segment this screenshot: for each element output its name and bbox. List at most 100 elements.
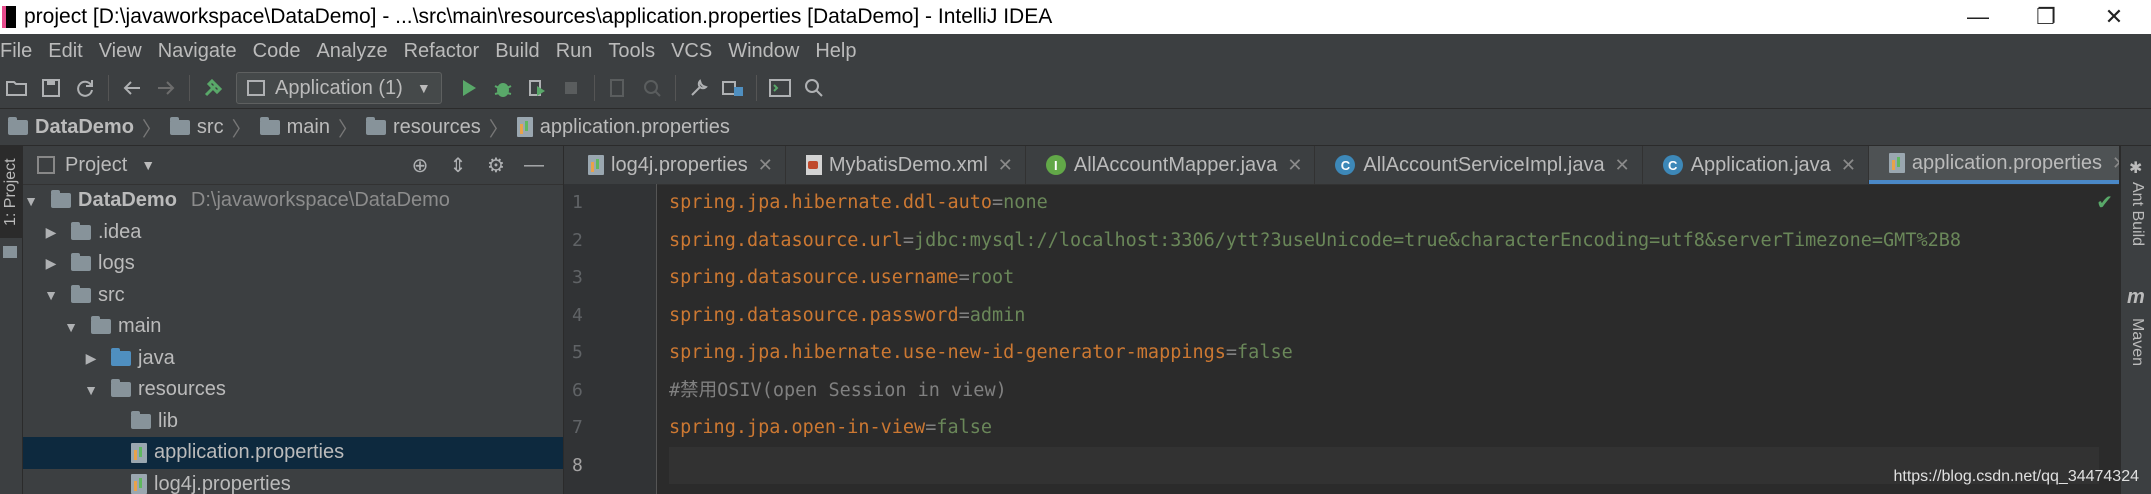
close-button[interactable]: ✕ [2080,0,2148,34]
menu-edit[interactable]: Edit [48,40,82,63]
code-line[interactable]: spring.datasource.url=jdbc:mysql://local… [669,222,2099,260]
project-structure-icon[interactable] [716,71,750,105]
chevron-down-icon: ▼ [416,80,431,96]
coverage-settings-icon[interactable] [635,71,669,105]
close-icon[interactable]: ✕ [2112,153,2119,174]
tree-item-log4j-properties[interactable]: ▶ log4j.properties [23,469,563,494]
debug-bug-icon[interactable] [486,71,520,105]
collapsed-arrow-icon[interactable]: ▶ [83,350,99,367]
toolbar-separator [674,75,676,101]
tree-item-datademo[interactable]: ▼ DataDemo D:\javaworkspace\DataDemo [23,185,563,217]
breadcrumb-item-application-properties[interactable]: 〉 application.properties [481,113,730,142]
expanded-arrow-icon[interactable]: ▼ [43,287,59,303]
menu-run[interactable]: Run [556,40,593,63]
maximize-button[interactable]: ❐ [2012,0,2080,34]
code-line[interactable]: spring.datasource.username=root [669,259,2099,297]
menu-code[interactable]: Code [253,40,301,63]
maven-tool-tab[interactable]: Maven [2125,318,2149,366]
code-line[interactable]: spring.jpa.open-in-view=false [669,409,2099,447]
breadcrumb-item-src[interactable]: 〉 src [134,113,224,142]
tree-item-application-properties[interactable]: ▶ application.properties [23,437,563,469]
back-arrow-icon[interactable] [115,71,149,105]
menu-file[interactable]: File [0,40,32,63]
open-folder-icon[interactable] [0,71,34,105]
expanded-arrow-icon[interactable]: ▼ [23,193,39,209]
code-line-current[interactable] [669,446,2099,484]
close-icon[interactable]: ✕ [998,155,1013,176]
build-hammer-icon[interactable] [196,71,230,105]
menu-help[interactable]: Help [815,40,856,63]
toolbar-separator [189,75,190,101]
close-icon[interactable]: ✕ [1287,155,1302,176]
properties-file-icon [131,442,147,463]
run-icon[interactable] [452,71,486,105]
menu-tools[interactable]: Tools [608,40,655,63]
tab-application-properties[interactable]: application.properties ✕ [1868,146,2119,184]
code-line[interactable]: spring.jpa.hibernate.ddl-auto=none [669,184,2099,222]
menu-window[interactable]: Window [728,40,799,63]
settings-wrench-icon[interactable] [682,71,716,105]
run-with-coverage-icon[interactable] [520,71,554,105]
close-icon[interactable]: ✕ [1841,155,1856,176]
collapse-all-icon[interactable]: ⇕ [439,153,477,178]
tree-item-lib[interactable]: ▶ lib [23,406,563,438]
close-icon[interactable]: ✕ [1615,155,1630,176]
toolbar-separator [593,75,595,101]
menu-view[interactable]: View [99,40,142,63]
hide-panel-icon[interactable]: — [515,154,553,177]
code-line[interactable]: #禁用OSIV(open Session in view) [669,372,2099,410]
tree-item-resources[interactable]: ▼ resources [23,374,563,406]
locate-file-icon[interactable]: ⊕ [401,153,439,178]
collapsed-arrow-icon[interactable]: ▶ [43,224,59,241]
sync-icon[interactable] [68,71,102,105]
menu-navigate[interactable]: Navigate [158,40,237,63]
project-tool-tab[interactable]: 1: Project [0,146,22,238]
collapsed-arrow-icon[interactable]: ▶ [43,255,59,272]
close-icon[interactable]: ✕ [758,155,773,176]
breadcrumb-separator-icon: 〉 [231,118,252,141]
run-configuration-dropdown[interactable]: Application (1) ▼ [236,72,442,104]
menu-vcs[interactable]: VCS [671,40,712,63]
tree-item-java[interactable]: ▶ java [23,343,563,375]
attach-icon[interactable] [601,71,635,105]
menu-refactor[interactable]: Refactor [404,40,480,63]
tree-item-main[interactable]: ▼ main [23,311,563,343]
folder-icon [71,221,91,240]
search-icon[interactable] [797,71,831,105]
expanded-arrow-icon[interactable]: ▼ [83,382,99,398]
forward-arrow-icon[interactable] [149,71,183,105]
intellij-icon [2,6,16,28]
save-icon[interactable] [34,71,68,105]
chevron-down-icon[interactable]: ▼ [141,157,155,173]
menu-build[interactable]: Build [495,40,539,63]
code-line[interactable]: spring.jpa.hibernate.use-new-id-generato… [669,334,2099,372]
project-panel-title[interactable]: Project [65,154,127,177]
xml-file-icon [805,155,822,175]
breadcrumb-item-main[interactable]: 〉 main [224,113,330,142]
terminal-icon[interactable] [763,71,797,105]
tree-item-logs[interactable]: ▶ logs [23,248,563,280]
ant-icon: ✱ [2129,160,2143,177]
ant-build-tool-tab[interactable]: Ant Build [2125,182,2149,246]
tab-allaccountserviceimpl-java[interactable]: C AllAccountServiceImpl.java ✕ [1315,146,1643,184]
tree-item-src[interactable]: ▼ src [23,280,563,312]
breadcrumb-item-datademo[interactable]: DataDemo [8,116,134,139]
run-configuration-label: Application (1) [275,76,403,99]
minimize-button[interactable]: — [1944,0,2012,34]
tree-item-idea[interactable]: ▶ .idea [23,217,563,249]
tab-log4j-properties[interactable]: log4j.properties ✕ [564,146,786,184]
menu-analyze[interactable]: Analyze [316,40,387,63]
gear-icon[interactable]: ⚙ [477,153,515,178]
stop-icon[interactable] [554,71,588,105]
tab-mybatisdemo-xml[interactable]: MybatisDemo.xml ✕ [786,146,1026,184]
source-folder-icon [111,347,131,366]
breadcrumb-item-resources[interactable]: 〉 resources [330,113,481,142]
inspection-ok-icon[interactable]: ✔ [2096,190,2113,215]
breadcrumb-separator-icon: 〉 [337,118,358,141]
structure-tool-icon[interactable] [3,246,17,258]
tab-allaccountmapper-java[interactable]: I AllAccountMapper.java ✕ [1026,146,1316,184]
tab-application-java[interactable]: C Application.java ✕ [1643,146,1869,184]
expanded-arrow-icon[interactable]: ▼ [63,319,79,335]
code-line[interactable]: spring.datasource.password=admin [669,297,2099,335]
code-editor[interactable]: spring.jpa.hibernate.ddl-auto=none sprin… [669,184,2099,494]
